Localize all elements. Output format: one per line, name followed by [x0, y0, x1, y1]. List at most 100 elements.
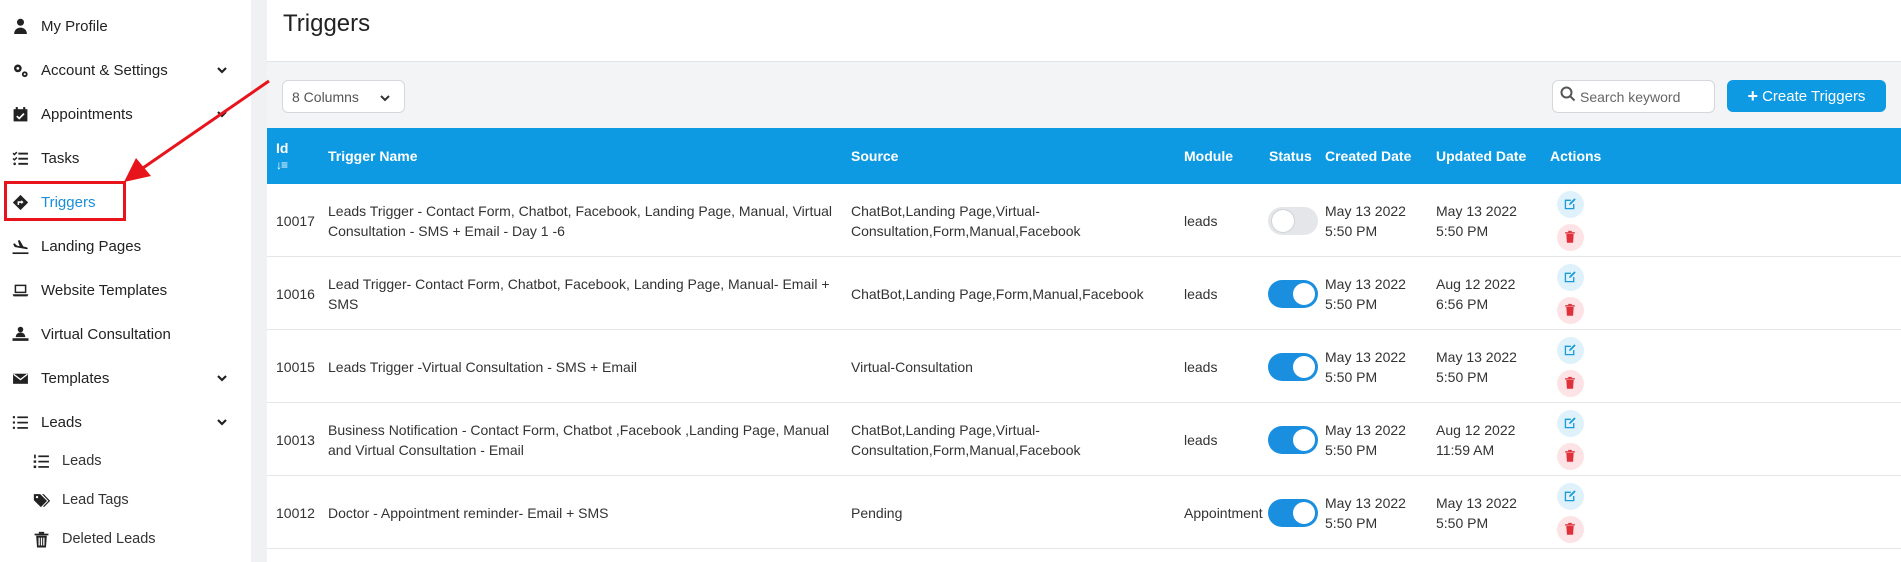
cell-updated-date: Aug 12 2022 11:59 AM [1436, 421, 1516, 458]
edit-icon[interactable] [1556, 336, 1584, 364]
cell-source: ChatBot,Landing Page,Form,Manual,Faceboo… [851, 285, 1144, 302]
user-laptop-icon [9, 323, 31, 345]
create-triggers-label: Create Triggers [1762, 87, 1866, 105]
cell-trigger-name: Leads Trigger - Contact Form, Chatbot, F… [328, 202, 833, 239]
cell-source: ChatBot,Landing Page,Virtual-Consultatio… [851, 202, 1081, 239]
column-header-actions: Actions [1550, 148, 1602, 164]
sidebar-item-my-profile[interactable]: My Profile [0, 6, 251, 46]
column-header-status[interactable]: Status [1269, 128, 1312, 184]
cell-id: 10012 [276, 504, 315, 521]
chevron-down-icon[interactable] [214, 62, 230, 78]
table-header: Id ↓≡ Trigger Name Source Module Status … [267, 128, 1901, 184]
column-header-created-date[interactable]: Created Date [1325, 128, 1411, 184]
sidebar-item-leads[interactable]: Leads [0, 402, 251, 442]
columns-dropdown-label: 8 Columns [292, 88, 359, 105]
sidebar-item-label: Website Templates [41, 281, 168, 299]
table-toolbar: 8 Columns + Create Triggers [267, 62, 1901, 128]
table-row: 10015 Leads Trigger -Virtual Consultation… [267, 330, 1901, 403]
triggers-table: Id ↓≡ Trigger Name Source Module Status … [267, 128, 1901, 562]
column-header-trigger-name[interactable]: Trigger Name [328, 128, 417, 184]
sidebar-subitem-lead-tags[interactable]: Lead Tags [0, 480, 251, 520]
list-ol-icon [30, 450, 52, 472]
chevron-down-icon[interactable] [214, 106, 230, 122]
cell-actions [1550, 476, 1590, 549]
column-header-updated-date[interactable]: Updated Date [1436, 128, 1526, 184]
sidebar-item-label: Tasks [41, 149, 80, 167]
table-row: 10013 Business Notification - Contact For… [267, 403, 1901, 476]
user-doctor-icon [9, 15, 31, 37]
page-title: Triggers [283, 10, 371, 37]
chevron-down-icon[interactable] [214, 370, 230, 386]
cell-id: 10013 [276, 431, 315, 448]
sidebar-item-label: Templates [41, 369, 110, 387]
table-row: 10016 Lead Trigger- Contact Form, Chatbot… [267, 257, 1901, 330]
cell-trigger-name: Lead Trigger- Contact Form, Chatbot, Fac… [328, 275, 830, 312]
cell-actions [1550, 184, 1590, 257]
status-toggle[interactable] [1268, 352, 1318, 381]
edit-icon[interactable] [1556, 190, 1584, 218]
delete-icon[interactable] [1556, 223, 1584, 251]
sidebar-subitem-label: Lead Tags [62, 492, 129, 508]
delete-icon[interactable] [1556, 515, 1584, 543]
table-row: 10012 Doctor - Appointment reminder- Emai… [267, 476, 1901, 549]
delete-icon[interactable] [1556, 442, 1584, 470]
sidebar-item-virtual-consultation[interactable]: Virtual Consultation [0, 314, 251, 354]
sidebar-item-tasks[interactable]: Tasks [0, 138, 251, 178]
cell-trigger-name: Doctor - Appointment reminder- Email + S… [328, 504, 609, 521]
sidebar-item-label: Leads [41, 413, 82, 431]
sidebar-subitem-leads[interactable]: Leads [0, 441, 251, 481]
status-toggle[interactable] [1268, 206, 1318, 235]
sidebar-item-landing-pages[interactable]: Landing Pages [0, 226, 251, 266]
create-triggers-button[interactable]: + Create Triggers [1727, 80, 1886, 112]
chevron-down-icon[interactable] [214, 414, 230, 430]
sidebar-subitem-deleted-leads[interactable]: Deleted Leads [0, 519, 251, 559]
cell-module: leads [1184, 358, 1218, 375]
cell-created-date: May 13 2022 5:50 PM [1325, 202, 1406, 239]
plane-landing-icon [9, 235, 31, 257]
edit-icon[interactable] [1556, 482, 1584, 510]
sidebar-item-templates[interactable]: Templates [0, 358, 251, 398]
cell-source: Pending [851, 504, 903, 521]
sort-descending-icon[interactable]: ↓≡ [276, 158, 288, 172]
delete-icon[interactable] [1556, 296, 1584, 324]
edit-icon[interactable] [1556, 263, 1584, 291]
toggle-knob [1272, 209, 1294, 232]
sidebar-subitem-label: Deleted Leads [62, 531, 156, 547]
sidebar-subitem-label: Leads [62, 453, 102, 469]
status-toggle[interactable] [1268, 498, 1318, 527]
cell-source: ChatBot,Landing Page,Virtual-Consultatio… [851, 421, 1081, 458]
status-toggle[interactable] [1268, 279, 1318, 308]
trash-icon [30, 528, 52, 550]
page-header: Triggers [267, 0, 1901, 62]
sidebar: My Profile Account & Settings Appointmen… [0, 0, 251, 562]
cell-created-date: May 13 2022 5:50 PM [1325, 421, 1406, 458]
sidebar-item-label: Virtual Consultation [41, 325, 171, 343]
table-row: 10017 Leads Trigger - Contact Form, Chatb… [267, 184, 1901, 257]
sidebar-item-appointments[interactable]: Appointments [0, 94, 251, 134]
main-content: Triggers 8 Columns + Create Triggers Id … [251, 0, 1901, 562]
cell-status [1268, 257, 1322, 330]
status-toggle[interactable] [1268, 425, 1318, 454]
column-header-id[interactable]: Id ↓≡ [276, 128, 288, 184]
search-icon [1560, 86, 1576, 107]
delete-icon[interactable] [1556, 369, 1584, 397]
cell-id: 10015 [276, 358, 315, 375]
column-header-module[interactable]: Module [1184, 128, 1233, 184]
cell-id: 10016 [276, 285, 315, 302]
cell-updated-date: Aug 12 2022 6:56 PM [1436, 275, 1516, 312]
envelope-icon [9, 367, 31, 389]
cell-id: 10017 [276, 212, 315, 229]
checklist-icon [9, 147, 31, 169]
edit-icon[interactable] [1556, 409, 1584, 437]
search-box[interactable] [1552, 80, 1715, 113]
cell-source: Virtual-Consultation [851, 358, 973, 375]
list-icon [9, 411, 31, 433]
sidebar-item-account-settings[interactable]: Account & Settings [0, 50, 251, 90]
columns-dropdown[interactable]: 8 Columns [282, 80, 405, 113]
sidebar-item-website-templates[interactable]: Website Templates [0, 270, 251, 310]
cell-updated-date: May 13 2022 5:50 PM [1436, 348, 1517, 385]
search-input[interactable] [1580, 88, 1710, 105]
column-header-source[interactable]: Source [851, 128, 898, 184]
chevron-down-icon [379, 91, 391, 103]
cell-created-date: May 13 2022 5:50 PM [1325, 275, 1406, 312]
